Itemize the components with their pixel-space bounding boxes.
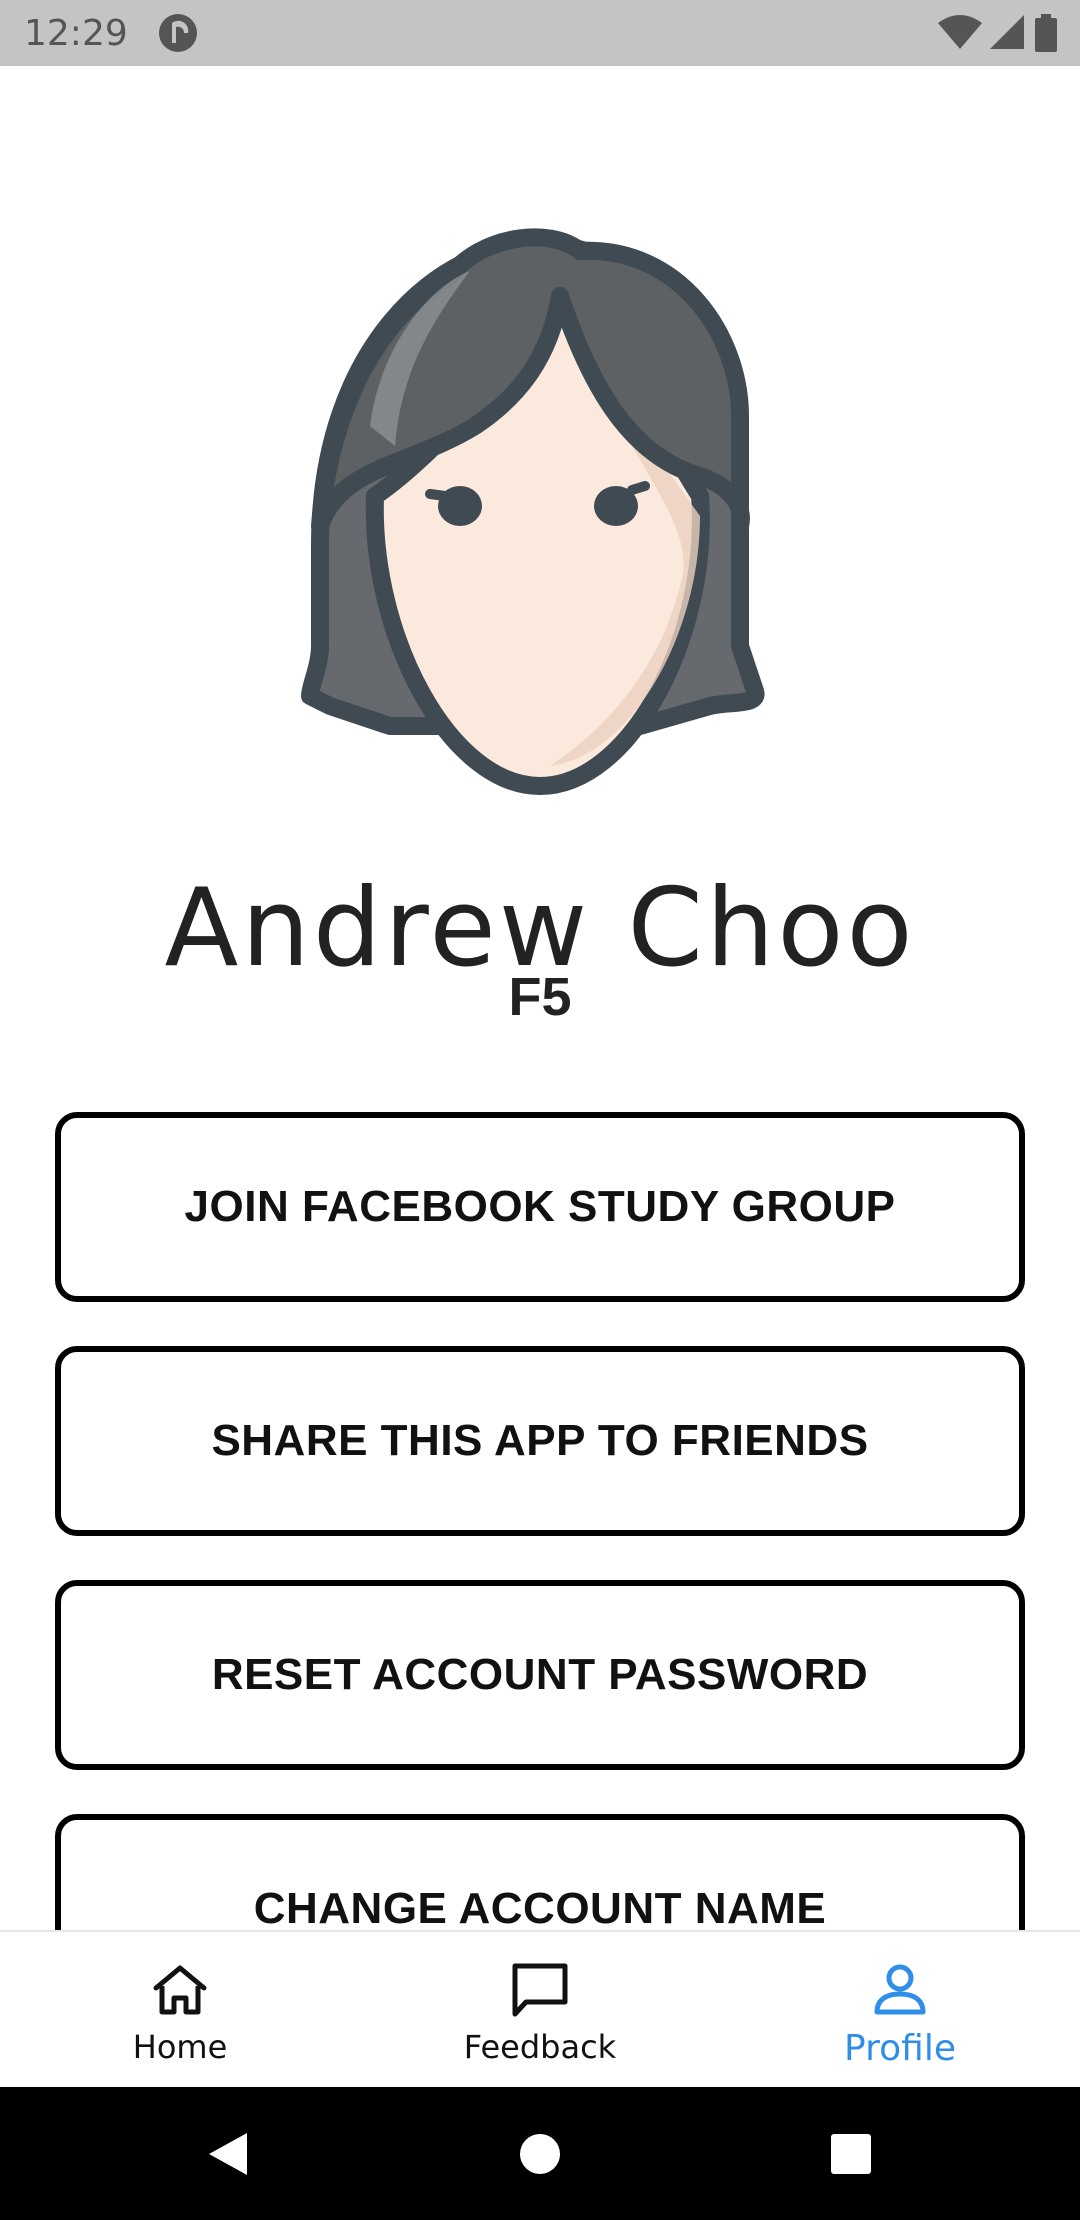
home-circle-icon[interactable] [515, 2129, 565, 2179]
button-label: RESET ACCOUNT PASSWORD [211, 1650, 869, 1699]
system-navigation-bar [0, 2087, 1080, 2220]
status-time: 12:29 [24, 12, 128, 54]
nav-item-profile[interactable]: Profile [720, 1932, 1080, 2087]
user-class: F5 [508, 967, 572, 1027]
change-account-name-button[interactable]: CHANGE ACCOUNT NAME [55, 1814, 1025, 1930]
profile-icon [874, 1964, 926, 2015]
battery-icon [1035, 14, 1057, 52]
recents-icon[interactable] [826, 2129, 876, 2179]
button-label: CHANGE ACCOUNT NAME [253, 1884, 827, 1930]
nav-label-home: Home [132, 2028, 228, 2066]
wifi-icon [938, 15, 982, 49]
reset-password-button[interactable]: RESET ACCOUNT PASSWORD [55, 1580, 1025, 1770]
nav-label-feedback: Feedback [463, 2028, 617, 2066]
join-facebook-study-group-button[interactable]: JOIN FACEBOOK STUDY GROUP [55, 1112, 1025, 1302]
pocket-casts-icon [158, 14, 197, 52]
back-icon[interactable] [203, 2129, 253, 2179]
profile-screen: Andrew Choo F5 JOIN FACEBOOK STUDY GROUP… [0, 66, 1080, 1930]
button-label: SHARE THIS APP TO FRIENDS [211, 1416, 869, 1465]
nav-item-feedback[interactable]: Feedback [360, 1932, 720, 2087]
nav-item-home[interactable]: Home [0, 1932, 360, 2087]
nav-label-profile: Profile [844, 2028, 956, 2069]
status-icons [938, 14, 1058, 52]
share-app-button[interactable]: SHARE THIS APP TO FRIENDS [55, 1346, 1025, 1536]
signal-icon [990, 15, 1024, 49]
button-label: JOIN FACEBOOK STUDY GROUP [184, 1182, 896, 1231]
feedback-icon [512, 1963, 568, 2017]
status-bar: 12:29 [0, 0, 1080, 66]
female-avatar-icon [301, 228, 765, 795]
bottom-navigation: Home Feedback Profile [0, 1930, 1080, 2087]
home-icon [153, 1965, 207, 2015]
